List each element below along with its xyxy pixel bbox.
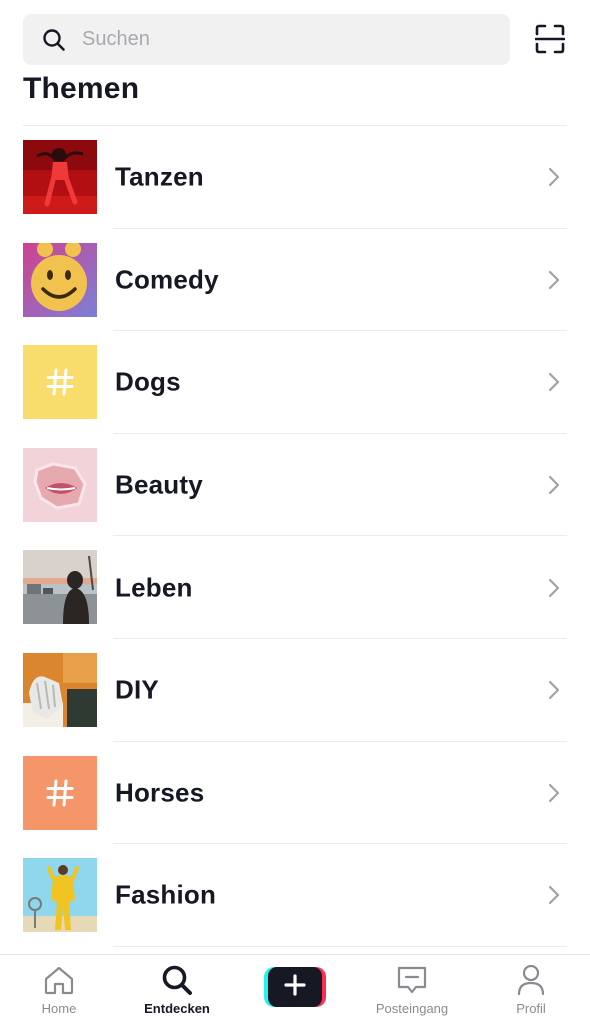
- inbox-icon: [396, 963, 428, 997]
- topic-thumbnail-horses: [23, 755, 97, 830]
- nav-discover[interactable]: Entdecken: [136, 955, 218, 1025]
- topic-label: Comedy: [115, 264, 219, 295]
- nav-home-label: Home: [41, 1001, 77, 1016]
- nav-inbox-label: Posteingang: [375, 1001, 449, 1016]
- person-icon: [516, 963, 546, 997]
- topic-thumbnail-beauty: [23, 447, 97, 522]
- topic-thumbnail-tanzen: [23, 140, 97, 214]
- create-button[interactable]: [264, 967, 326, 1007]
- chevron-right-icon: [544, 780, 564, 806]
- chevron-right-icon: [544, 677, 564, 703]
- search-bar[interactable]: [23, 14, 510, 65]
- topic-thumbnail-comedy: [23, 242, 97, 317]
- search-input[interactable]: [82, 19, 462, 60]
- topic-label: Beauty: [115, 469, 203, 500]
- home-icon: [43, 963, 75, 997]
- plus-icon: [284, 973, 306, 1001]
- topic-label: Tanzen: [115, 161, 204, 192]
- topic-label: Dogs: [115, 366, 181, 397]
- topic-thumbnail-fashion: [23, 858, 97, 933]
- hashtag-icon: [45, 778, 75, 808]
- topic-row-fashion[interactable]: Fashion: [0, 844, 590, 947]
- topic-thumbnail-diy: [23, 652, 97, 727]
- topic-row-dogs[interactable]: Dogs: [0, 331, 590, 434]
- scan-icon: [534, 24, 566, 59]
- search-icon: [161, 963, 193, 997]
- nav-discover-label: Entdecken: [144, 1001, 210, 1016]
- nav-home[interactable]: Home: [22, 955, 96, 1025]
- hashtag-icon: [45, 367, 75, 397]
- nav-profile[interactable]: Profil: [496, 955, 566, 1025]
- topic-row-tanzen[interactable]: Tanzen: [0, 126, 590, 229]
- topic-label: Fashion: [115, 879, 217, 910]
- chevron-right-icon: [544, 164, 564, 190]
- topic-row-beauty[interactable]: Beauty: [0, 434, 590, 537]
- topic-row-comedy[interactable]: Comedy: [0, 229, 590, 332]
- topic-thumbnail-dogs: [23, 345, 97, 420]
- topic-label: Horses: [115, 777, 205, 808]
- section-title: Themen: [23, 72, 140, 105]
- nav-inbox[interactable]: Posteingang: [366, 955, 458, 1025]
- chevron-right-icon: [544, 472, 564, 498]
- topic-row-diy[interactable]: DIY: [0, 639, 590, 742]
- nav-profile-label: Profil: [516, 1001, 546, 1016]
- topic-label: DIY: [115, 674, 159, 705]
- chevron-right-icon: [544, 882, 564, 908]
- chevron-right-icon: [544, 369, 564, 395]
- topic-row-horses[interactable]: Horses: [0, 742, 590, 845]
- topic-row-leben[interactable]: Leben: [0, 536, 590, 639]
- scan-button[interactable]: [533, 24, 567, 58]
- topic-thumbnail-leben: [23, 550, 97, 625]
- chevron-right-icon: [544, 575, 564, 601]
- chevron-right-icon: [544, 267, 564, 293]
- search-icon: [41, 27, 67, 53]
- topic-label: Leben: [115, 572, 193, 603]
- bottom-nav: Home Entdecken Posteingang Profil: [0, 954, 590, 1025]
- topic-list: Tanzen Comedy Dogs Beauty Leben DIY Hors…: [0, 126, 590, 947]
